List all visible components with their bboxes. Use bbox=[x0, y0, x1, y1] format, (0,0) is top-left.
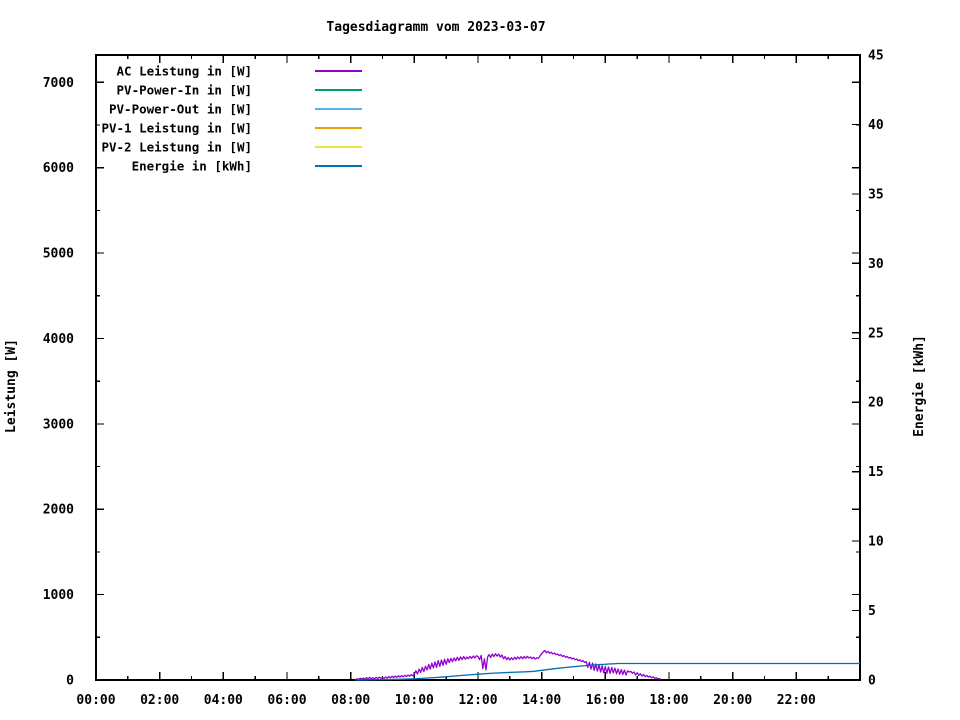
y-left-tick-label: 4000 bbox=[43, 332, 74, 347]
y-right-tick-label: 5 bbox=[868, 604, 876, 619]
y-right-tick-label: 30 bbox=[868, 257, 884, 272]
y-left-tick-label: 6000 bbox=[43, 161, 74, 176]
x-tick-label: 08:00 bbox=[331, 693, 370, 708]
legend-item-label: PV-2 Leistung in [W] bbox=[101, 140, 252, 155]
y-left-tick-label: 5000 bbox=[43, 247, 74, 262]
x-tick-label: 00:00 bbox=[76, 693, 115, 708]
x-tick-label: 18:00 bbox=[649, 693, 688, 708]
x-tick-label: 12:00 bbox=[458, 693, 497, 708]
chart-title: Tagesdiagramm vom 2023-03-07 bbox=[326, 20, 545, 35]
x-tick-label: 22:00 bbox=[777, 693, 816, 708]
series-line-0 bbox=[355, 649, 662, 681]
x-tick-label: 04:00 bbox=[204, 693, 243, 708]
y-left-tick-label: 2000 bbox=[43, 503, 74, 518]
left-axis-title: Leistung [W] bbox=[4, 339, 19, 433]
x-tick-label: 20:00 bbox=[713, 693, 752, 708]
legend-item-label: PV-Power-Out in [W] bbox=[109, 102, 252, 117]
y-left-tick-label: 0 bbox=[66, 674, 74, 689]
x-tick-label: 14:00 bbox=[522, 693, 561, 708]
y-right-tick-label: 10 bbox=[868, 535, 884, 550]
x-tick-label: 16:00 bbox=[586, 693, 625, 708]
legend-item-label: Energie in [kWh] bbox=[132, 159, 252, 174]
y-right-tick-label: 0 bbox=[868, 674, 876, 689]
y-right-tick-label: 45 bbox=[868, 49, 884, 64]
x-tick-label: 06:00 bbox=[267, 693, 306, 708]
x-tick-label: 02:00 bbox=[140, 693, 179, 708]
right-axis-title: Energie [kWh] bbox=[912, 335, 927, 437]
y-left-tick-label: 1000 bbox=[43, 588, 74, 603]
y-left-tick-label: 7000 bbox=[43, 76, 74, 91]
y-right-tick-label: 35 bbox=[868, 187, 884, 202]
legend-item-label: PV-1 Leistung in [W] bbox=[101, 121, 252, 136]
chart-image: 00:00 02:00 04:00 06:00 08:00 10:00 12:00 14:00… bbox=[0, 0, 960, 720]
y-right-tick-label: 15 bbox=[868, 465, 884, 480]
x-tick-label: 10:00 bbox=[395, 693, 434, 708]
legend-item-label: PV-Power-In in [W] bbox=[117, 83, 252, 98]
y-right-tick-label: 25 bbox=[868, 326, 884, 341]
pv-day-chart: 00:00 02:00 04:00 06:00 08:00 10:00 12:00 14:00… bbox=[4, 20, 927, 708]
legend-item-label: AC Leistung in [W] bbox=[117, 64, 252, 79]
y-right-tick-label: 40 bbox=[868, 118, 884, 133]
y-left-tick-label: 3000 bbox=[43, 417, 74, 432]
y-right-tick-label: 20 bbox=[868, 396, 884, 411]
